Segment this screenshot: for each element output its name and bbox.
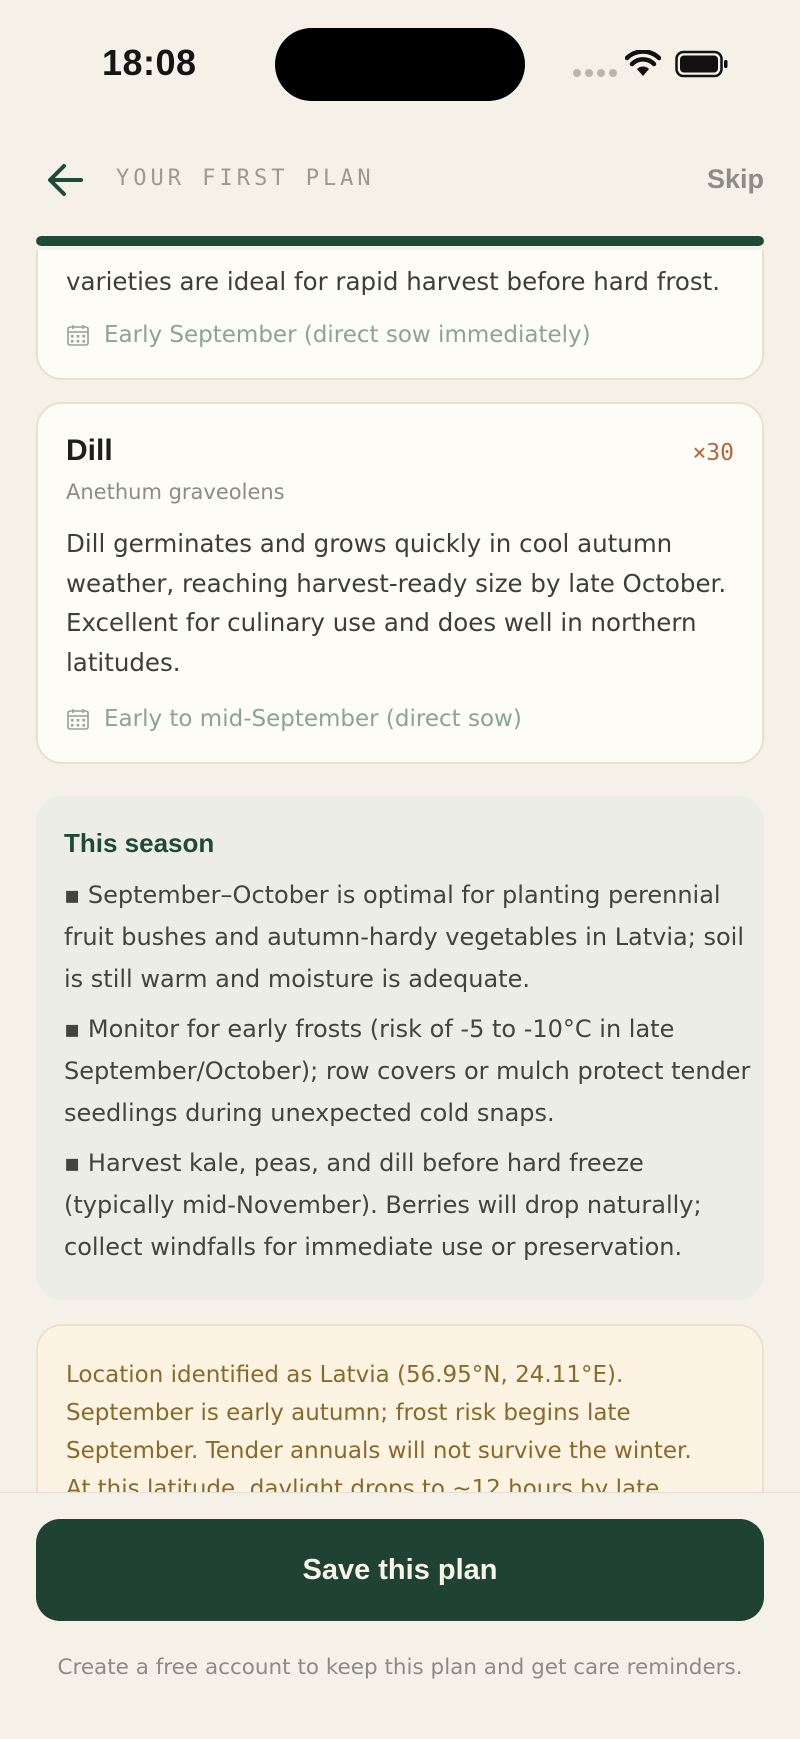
progress-bar bbox=[36, 236, 764, 246]
season-tips-panel: This season ▪ September–October is optim… bbox=[36, 796, 764, 1300]
plant-quantity: ×30 bbox=[692, 440, 734, 466]
plant-latin-name: Anethum graveolens bbox=[66, 480, 285, 504]
wifi-icon bbox=[625, 50, 661, 76]
footer-note: Create a free account to keep this plan … bbox=[57, 1655, 743, 1680]
progress-fill bbox=[36, 236, 764, 246]
back-button[interactable] bbox=[46, 160, 90, 200]
season-tip: ▪ Monitor for early frosts (risk of -5 t… bbox=[64, 1015, 751, 1127]
calendar-icon bbox=[67, 325, 89, 346]
plant-card: Dill ×30 Anethum graveolens Dill germina… bbox=[36, 402, 764, 764]
location-note-line: At this latitude, daylight drops to ~12 … bbox=[66, 1476, 660, 1492]
calendar-icon bbox=[67, 709, 89, 730]
planting-timing: Early September (direct sow immediately) bbox=[66, 322, 591, 348]
cellular-signal-icon bbox=[573, 69, 617, 77]
status-time: 18:08 bbox=[102, 42, 197, 83]
plan-scroll-area[interactable]: varieties are ideal for rapid harvest be… bbox=[0, 250, 800, 1492]
plant-card: varieties are ideal for rapid harvest be… bbox=[36, 250, 764, 380]
plant-description: Dill germinates and grows quickly in coo… bbox=[66, 529, 727, 677]
plant-name: Dill bbox=[66, 434, 113, 467]
location-note: Location identified as Latvia (56.95°N, … bbox=[36, 1324, 764, 1492]
page-title: YOUR FIRST PLAN bbox=[116, 166, 375, 191]
location-note-line: Location identified as Latvia (56.95°N, … bbox=[66, 1362, 692, 1464]
season-tip: ▪ Harvest kale, peas, and dill before ha… bbox=[64, 1149, 702, 1261]
planting-timing: Early to mid-September (direct sow) bbox=[66, 706, 522, 732]
season-tip: ▪ September–October is optimal for plant… bbox=[64, 881, 744, 993]
location-note-text: Location identified as Latvia (56.95°N, … bbox=[66, 1356, 746, 1492]
save-plan-button[interactable]: Save this plan bbox=[36, 1519, 764, 1621]
plant-description: varieties are ideal for rapid harvest be… bbox=[66, 267, 721, 296]
dynamic-island bbox=[275, 28, 525, 101]
battery-icon bbox=[675, 50, 728, 78]
footer: Save this plan Create a free account to … bbox=[0, 1492, 800, 1739]
season-title: This season bbox=[64, 828, 215, 858]
timing-text: Early September (direct sow immediately) bbox=[104, 322, 591, 348]
season-tips-list: ▪ September–October is optimal for plant… bbox=[64, 874, 754, 1276]
skip-button[interactable]: Skip bbox=[707, 164, 764, 195]
timing-text: Early to mid-September (direct sow) bbox=[104, 706, 522, 732]
arrow-left-icon bbox=[48, 164, 83, 196]
